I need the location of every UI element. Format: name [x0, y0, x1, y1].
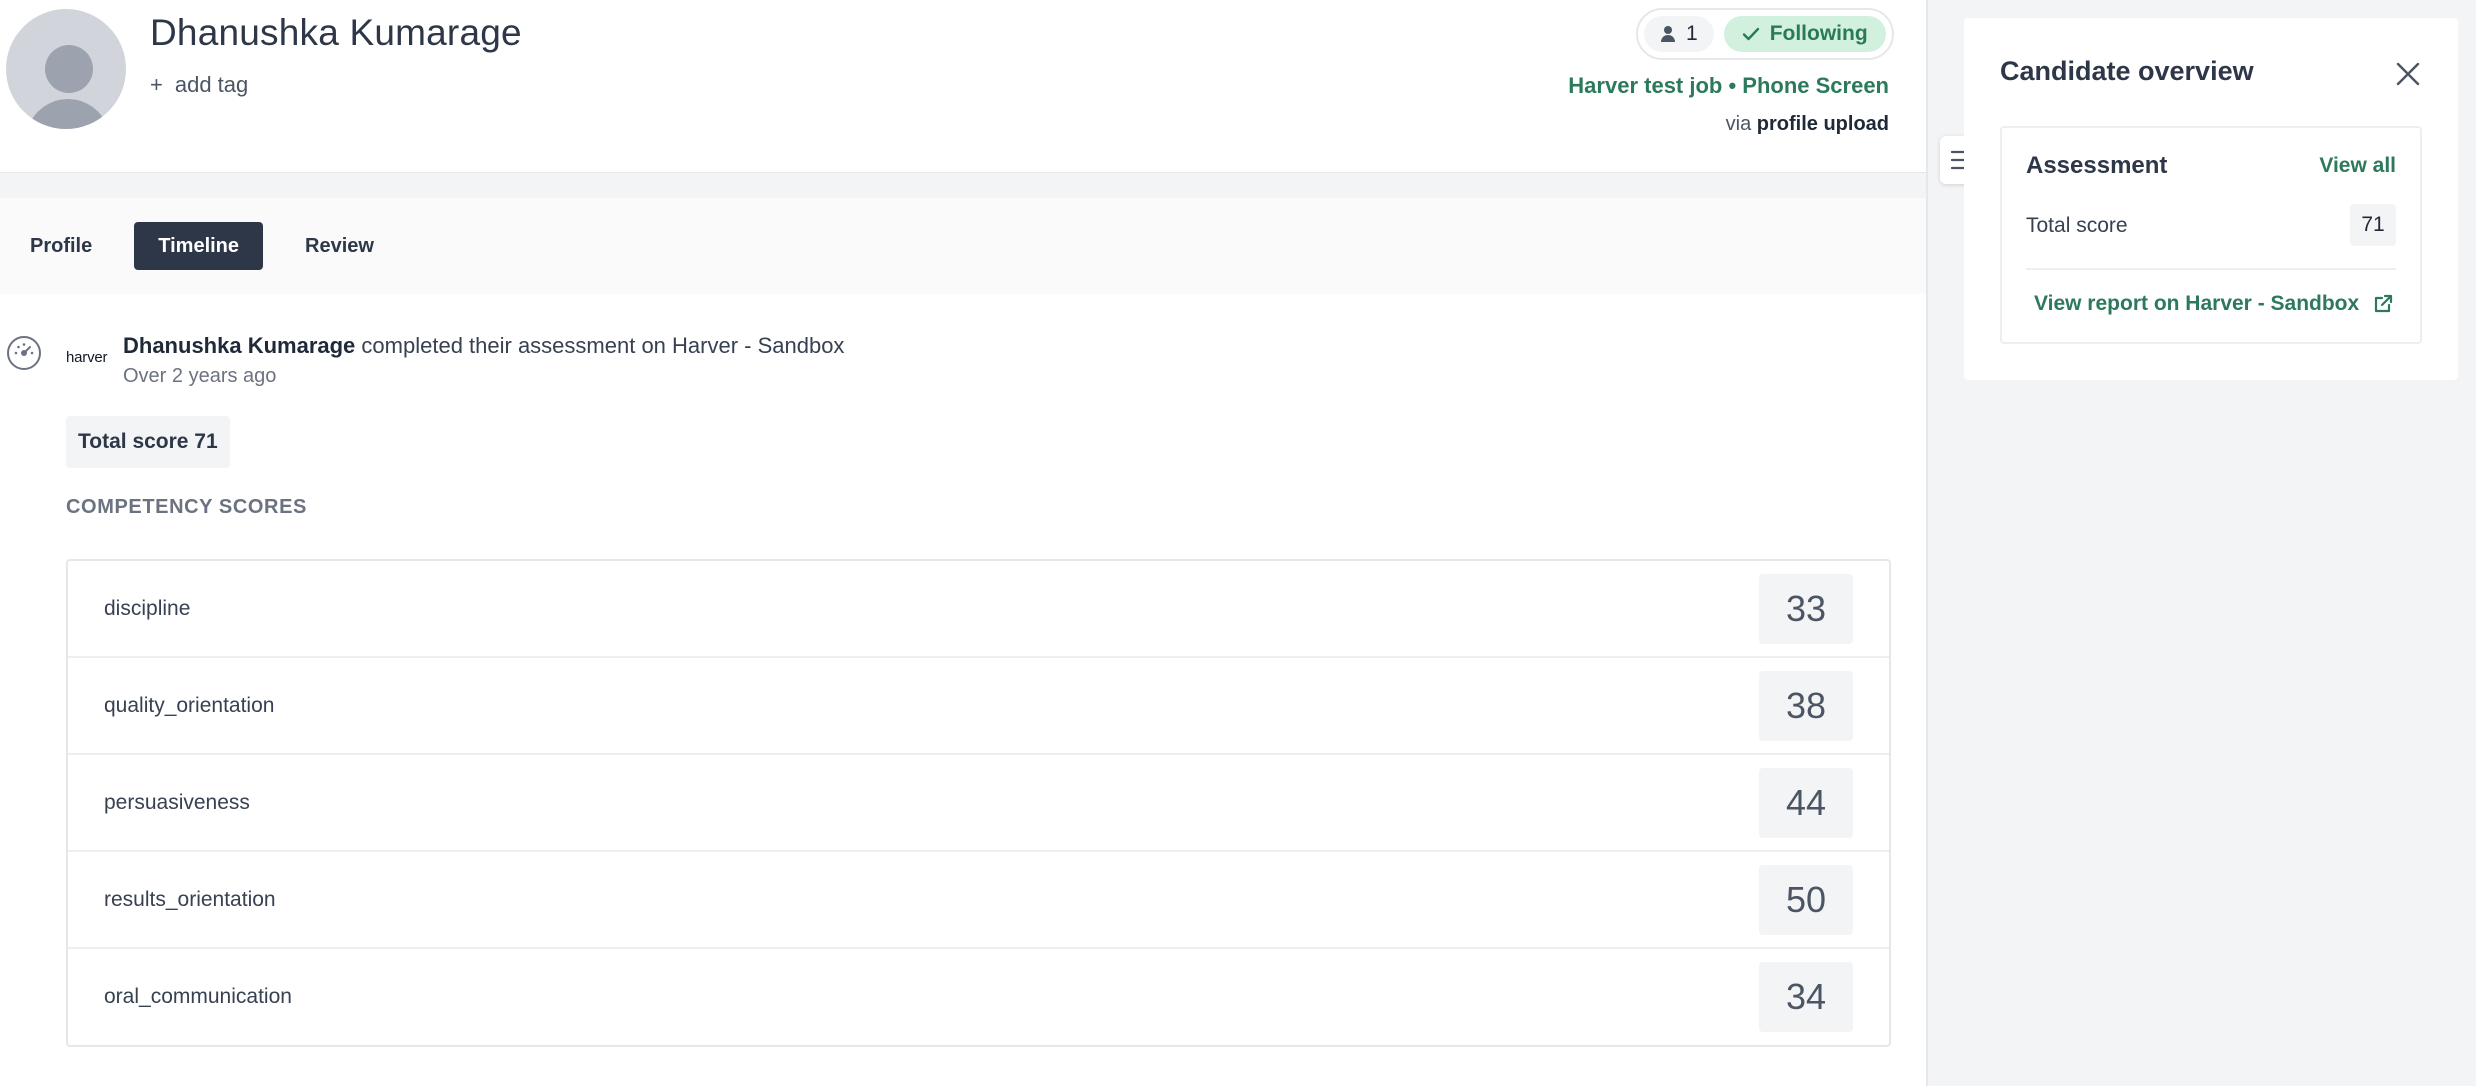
- view-report-link[interactable]: View report on Harver - Sandbox: [2034, 292, 2393, 316]
- source-line: via profile upload: [1726, 113, 1889, 136]
- tab-review[interactable]: Review: [293, 222, 386, 270]
- external-link-icon: [2375, 294, 2393, 313]
- check-icon: [1742, 27, 1759, 41]
- competency-score: 44: [1759, 767, 1853, 838]
- competency-heading: COMPETENCY SCORES: [66, 496, 307, 518]
- close-icon[interactable]: [2392, 58, 2424, 90]
- avatar: [6, 9, 126, 129]
- table-row: oral_communication 34: [68, 949, 1889, 1045]
- event-timestamp: Over 2 years ago: [123, 365, 277, 387]
- source-value: profile upload: [1756, 113, 1889, 135]
- avatar-body-shape: [26, 99, 110, 129]
- timeline-event-text: Dhanushka Kumarage completed their asses…: [123, 333, 844, 359]
- harver-logo: harver: [66, 349, 108, 366]
- gauge-icon: [7, 336, 41, 370]
- tab-timeline[interactable]: Timeline: [134, 222, 264, 270]
- followers-button[interactable]: 1: [1644, 16, 1714, 52]
- table-row: discipline 33: [68, 561, 1889, 658]
- header-divider-band: [0, 172, 1926, 198]
- competency-name: results_orientation: [104, 887, 276, 911]
- competency-score: 33: [1759, 573, 1853, 644]
- assessment-title: Assessment: [2026, 152, 2168, 179]
- assessment-box: Assessment View all Total score 71 View …: [2000, 126, 2422, 344]
- source-prefix: via: [1725, 113, 1752, 135]
- view-all-link[interactable]: View all: [2319, 154, 2396, 178]
- competency-name: discipline: [104, 596, 191, 620]
- competency-name: quality_orientation: [104, 693, 275, 717]
- competency-table: discipline 33 quality_orientation 38 per…: [66, 559, 1891, 1047]
- competency-name: oral_communication: [104, 985, 292, 1008]
- competency-name: persuasiveness: [104, 790, 250, 814]
- overview-title: Candidate overview: [2000, 56, 2254, 86]
- total-score-chip: Total score 71: [66, 416, 230, 468]
- table-row: quality_orientation 38: [68, 658, 1889, 755]
- follower-count: 1: [1686, 22, 1698, 45]
- add-tag-button[interactable]: + add tag: [150, 72, 248, 98]
- following-button[interactable]: Following: [1723, 16, 1886, 52]
- competency-score: 50: [1759, 864, 1853, 935]
- candidate-name: Dhanushka Kumarage: [150, 12, 522, 53]
- candidate-header: Dhanushka Kumarage + add tag 1 Following…: [0, 0, 1926, 172]
- person-icon: [1661, 26, 1675, 42]
- competency-score: 38: [1759, 670, 1853, 741]
- main-content: Dhanushka Kumarage + add tag 1 Following…: [0, 0, 1926, 1086]
- event-actor: Dhanushka Kumarage: [123, 333, 356, 358]
- follow-controls: 1 Following: [1636, 8, 1894, 60]
- event-action: completed their assessment on Harver - S…: [361, 333, 845, 358]
- following-label: Following: [1769, 22, 1868, 45]
- candidate-tabs: Profile Timeline Review: [0, 198, 1926, 294]
- avatar-head-shape: [45, 45, 93, 93]
- plus-icon: +: [150, 72, 163, 97]
- total-score-value: 71: [2350, 204, 2396, 246]
- tab-profile[interactable]: Profile: [18, 222, 104, 270]
- view-report-label: View report on Harver - Sandbox: [2034, 292, 2360, 315]
- total-score-label: Total score: [2026, 214, 2128, 237]
- table-row: persuasiveness 44: [68, 755, 1889, 852]
- candidate-overview-card: Candidate overview Assessment View all T…: [1964, 18, 2458, 380]
- job-stage-link[interactable]: Harver test job • Phone Screen: [1568, 73, 1889, 99]
- table-row: results_orientation 50: [68, 852, 1889, 949]
- add-tag-label: add tag: [174, 72, 249, 97]
- competency-score: 34: [1759, 962, 1853, 1032]
- divider: [2026, 268, 2396, 270]
